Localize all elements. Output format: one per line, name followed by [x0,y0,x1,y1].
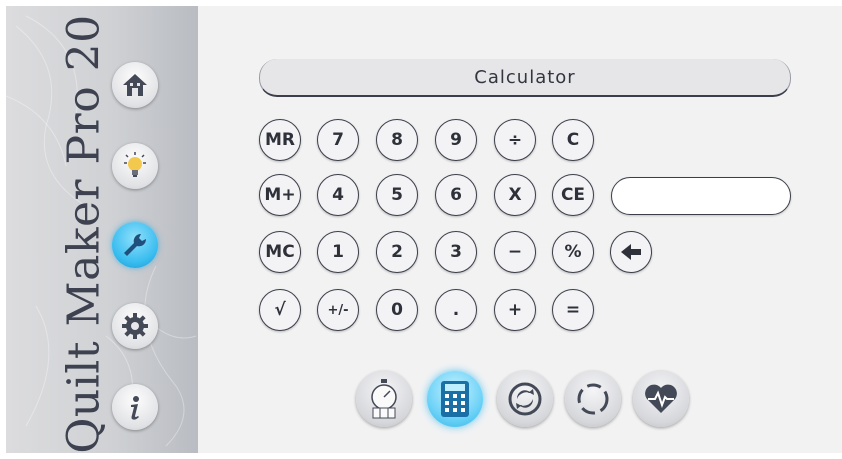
key-multiply[interactable]: X [494,174,536,216]
key-6[interactable]: 6 [435,174,477,216]
key-plus-minus[interactable]: +/- [317,289,359,331]
sync-icon [508,382,542,416]
tool-calculator-button[interactable] [427,371,483,427]
tool-health-button[interactable] [633,371,689,427]
tool-progress-button[interactable] [565,371,621,427]
wrench-icon [124,233,147,256]
gear-icon [122,313,148,339]
calculator-title: Calculator [259,59,791,97]
key-memory-clear[interactable]: MC [259,231,301,273]
key-equals[interactable]: = [552,289,594,331]
key-divide[interactable]: ÷ [494,119,536,161]
stopwatch-icon [371,379,397,419]
calculator-display [611,177,791,215]
sidebar: Quilt Maker Pro 20 [6,6,198,453]
nav-tools-button[interactable] [112,222,158,268]
key-add[interactable]: + [494,289,536,331]
app-frame: Quilt Maker Pro 20 Calculator MR 7 8 9 ÷… [6,6,842,453]
key-decimal[interactable]: . [435,289,477,331]
key-9[interactable]: 9 [435,119,477,161]
nav-home-button[interactable] [112,62,158,108]
key-5[interactable]: 5 [376,174,418,216]
key-memory-recall[interactable]: MR [259,119,301,161]
brand-logo: Quilt Maker Pro 20 [58,14,110,453]
key-1[interactable]: 1 [317,231,359,273]
key-clear-entry[interactable]: CE [552,174,594,216]
key-memory-add[interactable]: M+ [259,174,301,216]
nav-info-button[interactable] [112,384,158,430]
key-percent[interactable]: % [552,231,594,273]
key-2[interactable]: 2 [376,231,418,273]
key-3[interactable]: 3 [435,231,477,273]
nav-settings-button[interactable] [112,303,158,349]
dashed-circle-icon [577,383,609,415]
lightbulb-icon [124,152,146,177]
heart-pulse-icon [645,384,677,413]
key-4[interactable]: 4 [317,174,359,216]
home-icon [123,74,147,96]
key-0[interactable]: 0 [376,289,418,331]
key-clear[interactable]: C [552,119,594,161]
info-icon [131,396,139,420]
calculator-icon [441,381,469,417]
tool-timer-button[interactable] [356,371,412,427]
key-7[interactable]: 7 [317,119,359,161]
backspace-arrow-icon [621,244,641,260]
key-subtract[interactable]: − [494,231,536,273]
key-backspace[interactable] [610,231,652,273]
key-square-root[interactable]: √ [259,289,301,331]
key-8[interactable]: 8 [376,119,418,161]
nav-tips-button[interactable] [112,143,158,189]
tool-sync-button[interactable] [497,371,553,427]
